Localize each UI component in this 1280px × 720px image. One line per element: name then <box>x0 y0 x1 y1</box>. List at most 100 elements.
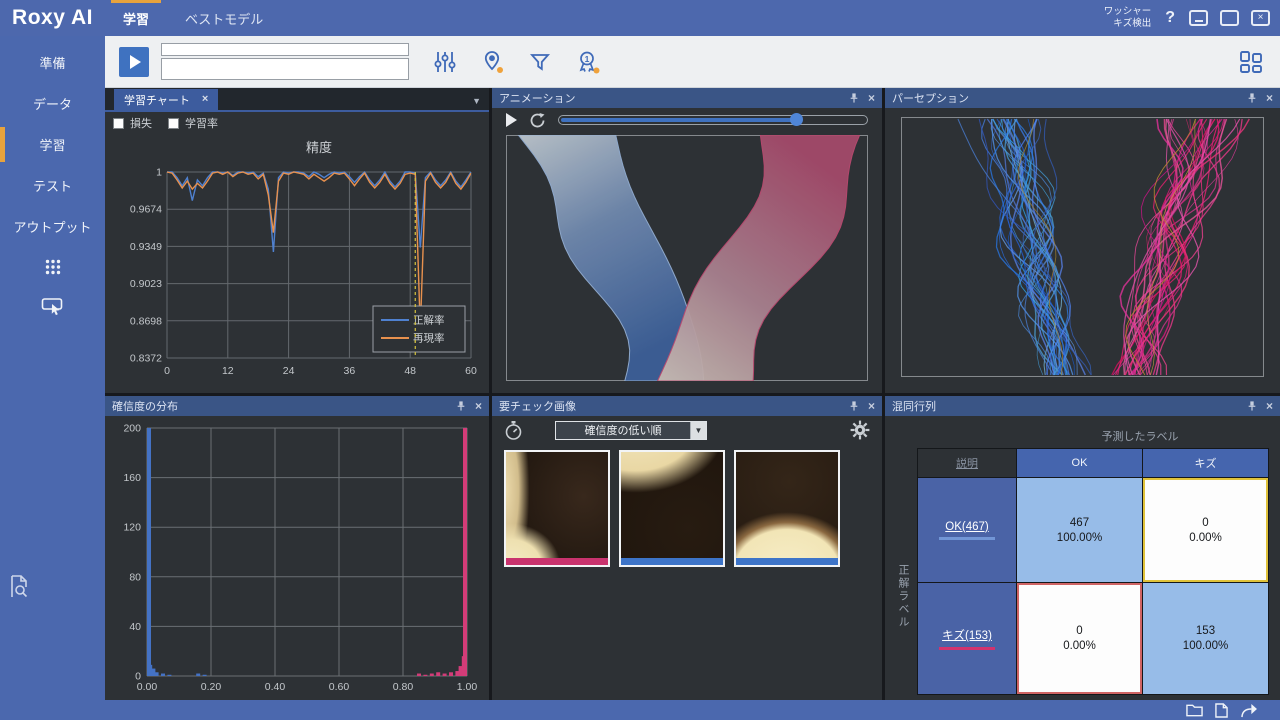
matrix-cell-kizu-ok[interactable]: 0 0.00% <box>1017 583 1142 694</box>
confidence-close-icon[interactable]: × <box>475 400 482 412</box>
svg-text:160: 160 <box>123 472 141 484</box>
share-icon[interactable] <box>1240 703 1258 718</box>
sidebar-item-learning[interactable]: 学習 <box>0 124 105 165</box>
actual-row-kizu-label[interactable]: キズ(153) <box>942 627 992 643</box>
mx-row-bar-1 <box>939 647 995 650</box>
animation-play-button[interactable] <box>506 113 517 127</box>
layout-windows-icon[interactable] <box>1238 49 1264 75</box>
pin-icon[interactable] <box>849 400 859 412</box>
actual-row-kizu[interactable]: キズ(153) <box>918 583 1016 694</box>
matrix-cell-kizu-kizu[interactable]: 153 100.00% <box>1143 583 1268 694</box>
dock-area: 学習チャート × ▼ 損失 学習率 精度0122436486010.96740.… <box>105 88 1280 700</box>
panel-perception: パーセプション × <box>885 88 1280 393</box>
minimize-button[interactable] <box>1189 10 1208 26</box>
sidebar-item-preparation[interactable]: 準備 <box>0 42 105 83</box>
sidebar-item-output[interactable]: アウトプット <box>0 206 105 247</box>
cell-count: 467 <box>1070 517 1089 529</box>
gear-icon[interactable] <box>850 420 870 440</box>
toolbar-model-field[interactable] <box>161 58 409 80</box>
svg-text:0.80: 0.80 <box>393 681 414 693</box>
svg-text:1: 1 <box>585 54 590 64</box>
actual-row-ok-label[interactable]: OK(467) <box>945 521 988 533</box>
annotation-tool-icon[interactable] <box>0 287 105 327</box>
perception-close-icon[interactable]: × <box>1266 92 1273 104</box>
svg-text:0.8698: 0.8698 <box>130 315 162 327</box>
svg-text:1.00: 1.00 <box>457 681 478 693</box>
animation-slider-thumb[interactable] <box>790 113 803 126</box>
pin-icon[interactable] <box>1247 400 1257 412</box>
cell-percent: 0.00% <box>1063 640 1096 652</box>
maximize-button[interactable] <box>1220 10 1239 26</box>
learning-chart-tabbar: 学習チャート × ▼ <box>105 88 489 112</box>
tab-best-model[interactable]: ベストモデル <box>167 0 281 36</box>
learning-chart-close-icon[interactable]: × <box>202 94 208 105</box>
panel-animation: アニメーション × <box>492 88 882 393</box>
check-image-thumbnail[interactable] <box>734 450 840 567</box>
pin-icon[interactable] <box>1247 92 1257 104</box>
file-search-icon[interactable] <box>0 574 105 614</box>
close-button[interactable]: × <box>1251 10 1270 26</box>
matrix-cell-ok-kizu[interactable]: 0 0.00% <box>1143 478 1268 582</box>
stopwatch-icon[interactable] <box>504 420 523 441</box>
svg-text:0.60: 0.60 <box>329 681 350 693</box>
tab-learning[interactable]: 学習 <box>105 0 167 36</box>
run-training-button[interactable] <box>119 47 149 77</box>
svg-text:0.8372: 0.8372 <box>130 353 162 365</box>
toolbar-progress-field[interactable] <box>161 43 409 56</box>
sidebar: 準備 データ 学習 テスト アウトプット <box>0 36 105 700</box>
svg-text:36: 36 <box>344 365 356 377</box>
folder-icon[interactable] <box>1186 703 1203 717</box>
sidebar-item-test[interactable]: テスト <box>0 165 105 206</box>
check-image-photo <box>506 452 608 558</box>
animation-loop-icon[interactable] <box>529 112 546 129</box>
actual-row-ok[interactable]: OK(467) <box>918 478 1016 582</box>
project-name-line2: キズ検出 <box>1104 18 1152 30</box>
project-name: ワッシャー キズ検出 <box>1104 6 1152 31</box>
legend-link[interactable]: 説明 <box>918 449 1016 477</box>
tune-settings-icon[interactable] <box>433 50 457 74</box>
check-images-close-icon[interactable]: × <box>868 400 875 412</box>
pin-icon[interactable] <box>849 92 859 104</box>
sort-order-select[interactable]: 確信度の低い順 ▼ <box>555 421 707 440</box>
svg-text:120: 120 <box>123 522 141 534</box>
confidence-histogram: 040801201602000.000.200.400.600.801.00 <box>105 416 489 700</box>
panel-learning-chart: 学習チャート × ▼ 損失 学習率 精度0122436486010.96740.… <box>105 88 489 393</box>
learning-rate-checkbox[interactable]: 学習率 <box>168 115 218 131</box>
svg-text:24: 24 <box>283 365 295 377</box>
panel-confusion-matrix: 混同行列 × 予測したラベル 正解ラベル 説明 OK キズ <box>885 396 1280 700</box>
cell-count: 0 <box>1076 625 1082 637</box>
new-file-icon[interactable] <box>1215 703 1228 718</box>
roxy-ai-logo: Roxy AI <box>0 6 105 30</box>
pin-icon[interactable] <box>456 400 466 412</box>
svg-text:0.9674: 0.9674 <box>130 204 162 216</box>
check-image-thumbnail[interactable] <box>619 450 725 567</box>
learning-chart-tab[interactable]: 学習チャート × <box>114 89 218 110</box>
predicted-column-ok: OK <box>1017 449 1142 477</box>
confusion-close-icon[interactable]: × <box>1266 400 1273 412</box>
grid-menu-icon[interactable] <box>0 247 105 287</box>
sidebar-item-data[interactable]: データ <box>0 83 105 124</box>
learning-rate-checkbox-box[interactable] <box>168 118 179 129</box>
best-model-medal-icon[interactable]: 1 <box>575 50 601 74</box>
help-button[interactable]: ? <box>1163 9 1177 27</box>
svg-text:0.9023: 0.9023 <box>130 278 162 290</box>
check-images-panel-title: 要チェック画像 <box>499 398 576 414</box>
loss-checkbox[interactable]: 損失 <box>113 115 152 131</box>
matrix-cell-ok-ok[interactable]: 467 100.00% <box>1017 478 1142 582</box>
svg-text:80: 80 <box>129 571 141 583</box>
check-image-strip-0 <box>506 558 608 565</box>
sidebar-item-output-label: アウトプット <box>13 217 91 236</box>
filter-icon[interactable] <box>529 51 551 73</box>
animation-close-icon[interactable]: × <box>868 92 875 104</box>
check-image-thumbnail[interactable] <box>504 450 610 567</box>
chevron-down-icon[interactable]: ▼ <box>472 96 489 110</box>
confusion-matrix-table: 説明 OK キズ OK(467) 467 100.00% 0 0.00% <box>917 448 1269 695</box>
loss-checkbox-box[interactable] <box>113 118 124 129</box>
accuracy-chart: 精度0122436486010.96740.93490.90230.86980.… <box>105 134 489 393</box>
animation-slider[interactable] <box>558 115 868 125</box>
statusbar <box>0 700 1280 720</box>
animation-visualization <box>506 135 868 381</box>
svg-text:0.40: 0.40 <box>265 681 286 693</box>
sort-order-dropdown-button[interactable]: ▼ <box>690 422 706 439</box>
location-pin-icon[interactable] <box>481 50 505 74</box>
